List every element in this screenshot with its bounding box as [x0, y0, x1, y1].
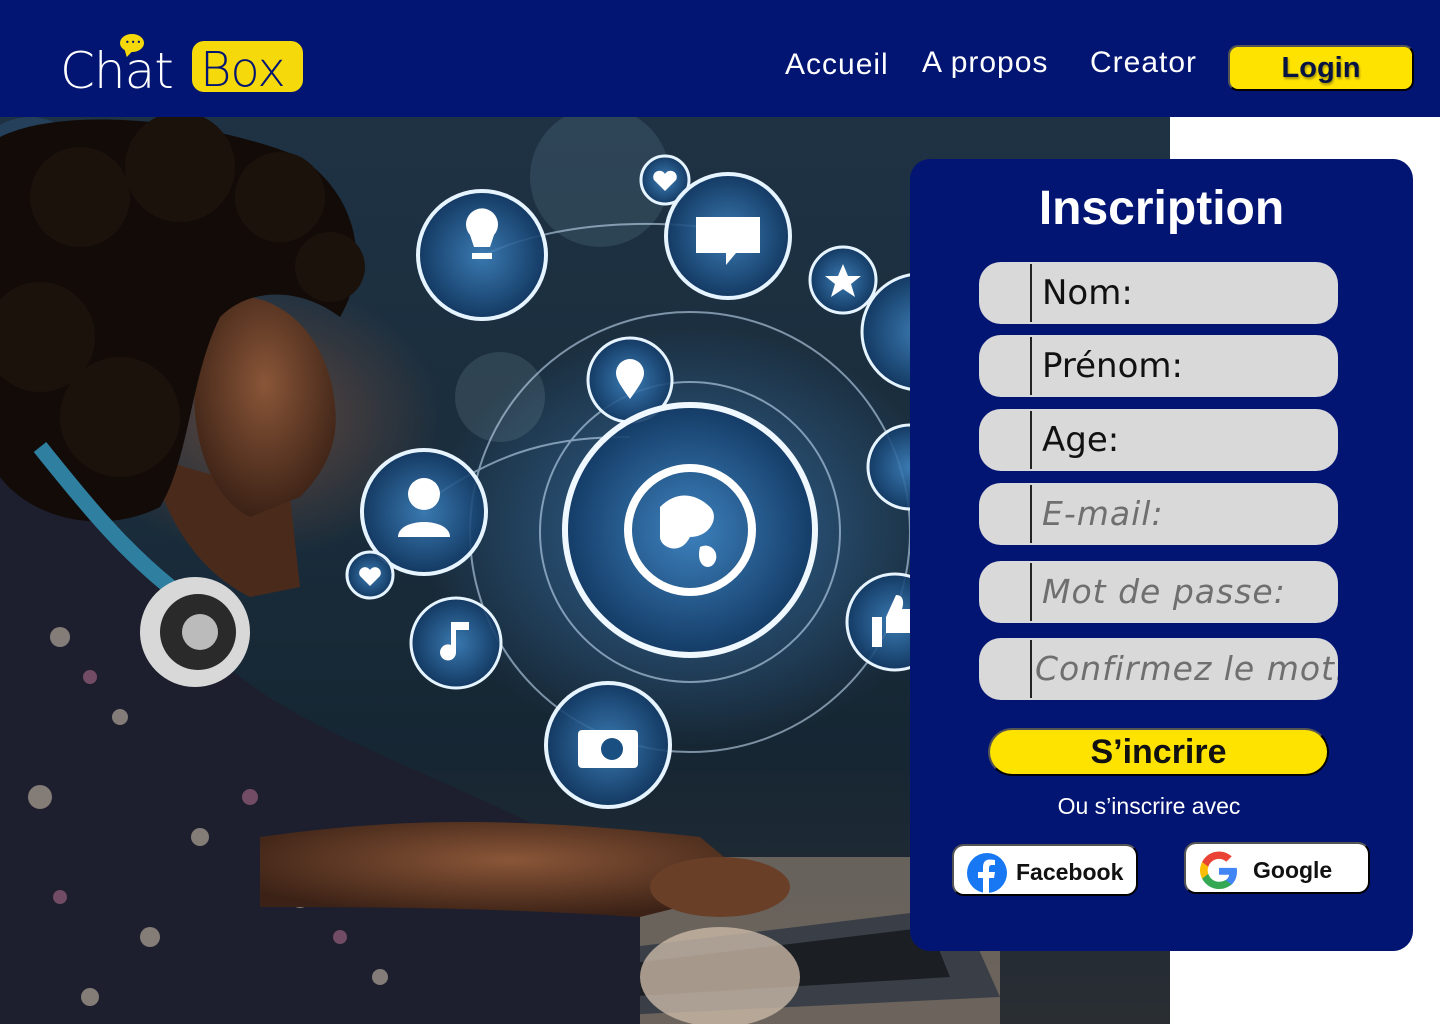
- confirm-password-placeholder: Confirmez le mot...: [1035, 649, 1338, 688]
- facebook-icon: [967, 853, 1007, 893]
- nav-link-accueil[interactable]: Accueil: [785, 48, 889, 82]
- nom-field[interactable]: Nom:: [979, 262, 1338, 324]
- panel-title: Inscription: [1038, 182, 1285, 235]
- field-divider: [1030, 337, 1032, 395]
- hero-network-bubbles: [345, 154, 980, 809]
- prenom-label: Prénom:: [1042, 346, 1183, 386]
- logo-chat-text: Chat: [60, 42, 174, 100]
- chatbox-logo[interactable]: Chat ••• Box: [58, 30, 308, 100]
- google-label: Google: [1253, 857, 1333, 883]
- email-placeholder: E-mail:: [1042, 494, 1164, 533]
- login-button[interactable]: Login: [1228, 45, 1414, 91]
- password-placeholder: Mot de passe:: [1042, 572, 1286, 611]
- field-divider: [1030, 485, 1032, 543]
- signup-submit-button[interactable]: S’incrire: [988, 728, 1329, 776]
- facebook-label: Facebook: [1016, 859, 1124, 885]
- password-field[interactable]: Mot de passe:: [979, 561, 1338, 623]
- logo-speech-bubble-icon: •••: [120, 34, 144, 52]
- logo-box-text: Box: [200, 42, 286, 98]
- age-field[interactable]: Age:: [979, 409, 1338, 471]
- field-divider: [1030, 411, 1032, 469]
- field-divider: [1030, 264, 1032, 322]
- google-signup-button[interactable]: Google: [1184, 842, 1370, 894]
- age-label: Age:: [1042, 420, 1120, 460]
- nav-link-a-propos[interactable]: A propos: [922, 46, 1048, 80]
- field-divider: [1030, 563, 1032, 621]
- prenom-field[interactable]: Prénom:: [979, 335, 1338, 397]
- nom-label: Nom:: [1042, 273, 1133, 313]
- google-icon: [1200, 851, 1237, 889]
- top-navbar: Chat ••• Box Accueil A propos Creator Lo…: [0, 0, 1440, 117]
- facebook-signup-button[interactable]: Facebook: [952, 844, 1138, 896]
- or-signup-with-text: Ou s’inscrire avec: [1057, 793, 1241, 819]
- email-field[interactable]: E-mail:: [979, 483, 1338, 545]
- field-divider: [1030, 640, 1032, 698]
- confirm-password-field[interactable]: Confirmez le mot...: [979, 638, 1338, 700]
- nav-link-creator[interactable]: Creator: [1090, 46, 1197, 80]
- signup-panel: Inscription Nom: Prénom: Age: E-mail: Mo…: [910, 159, 1413, 951]
